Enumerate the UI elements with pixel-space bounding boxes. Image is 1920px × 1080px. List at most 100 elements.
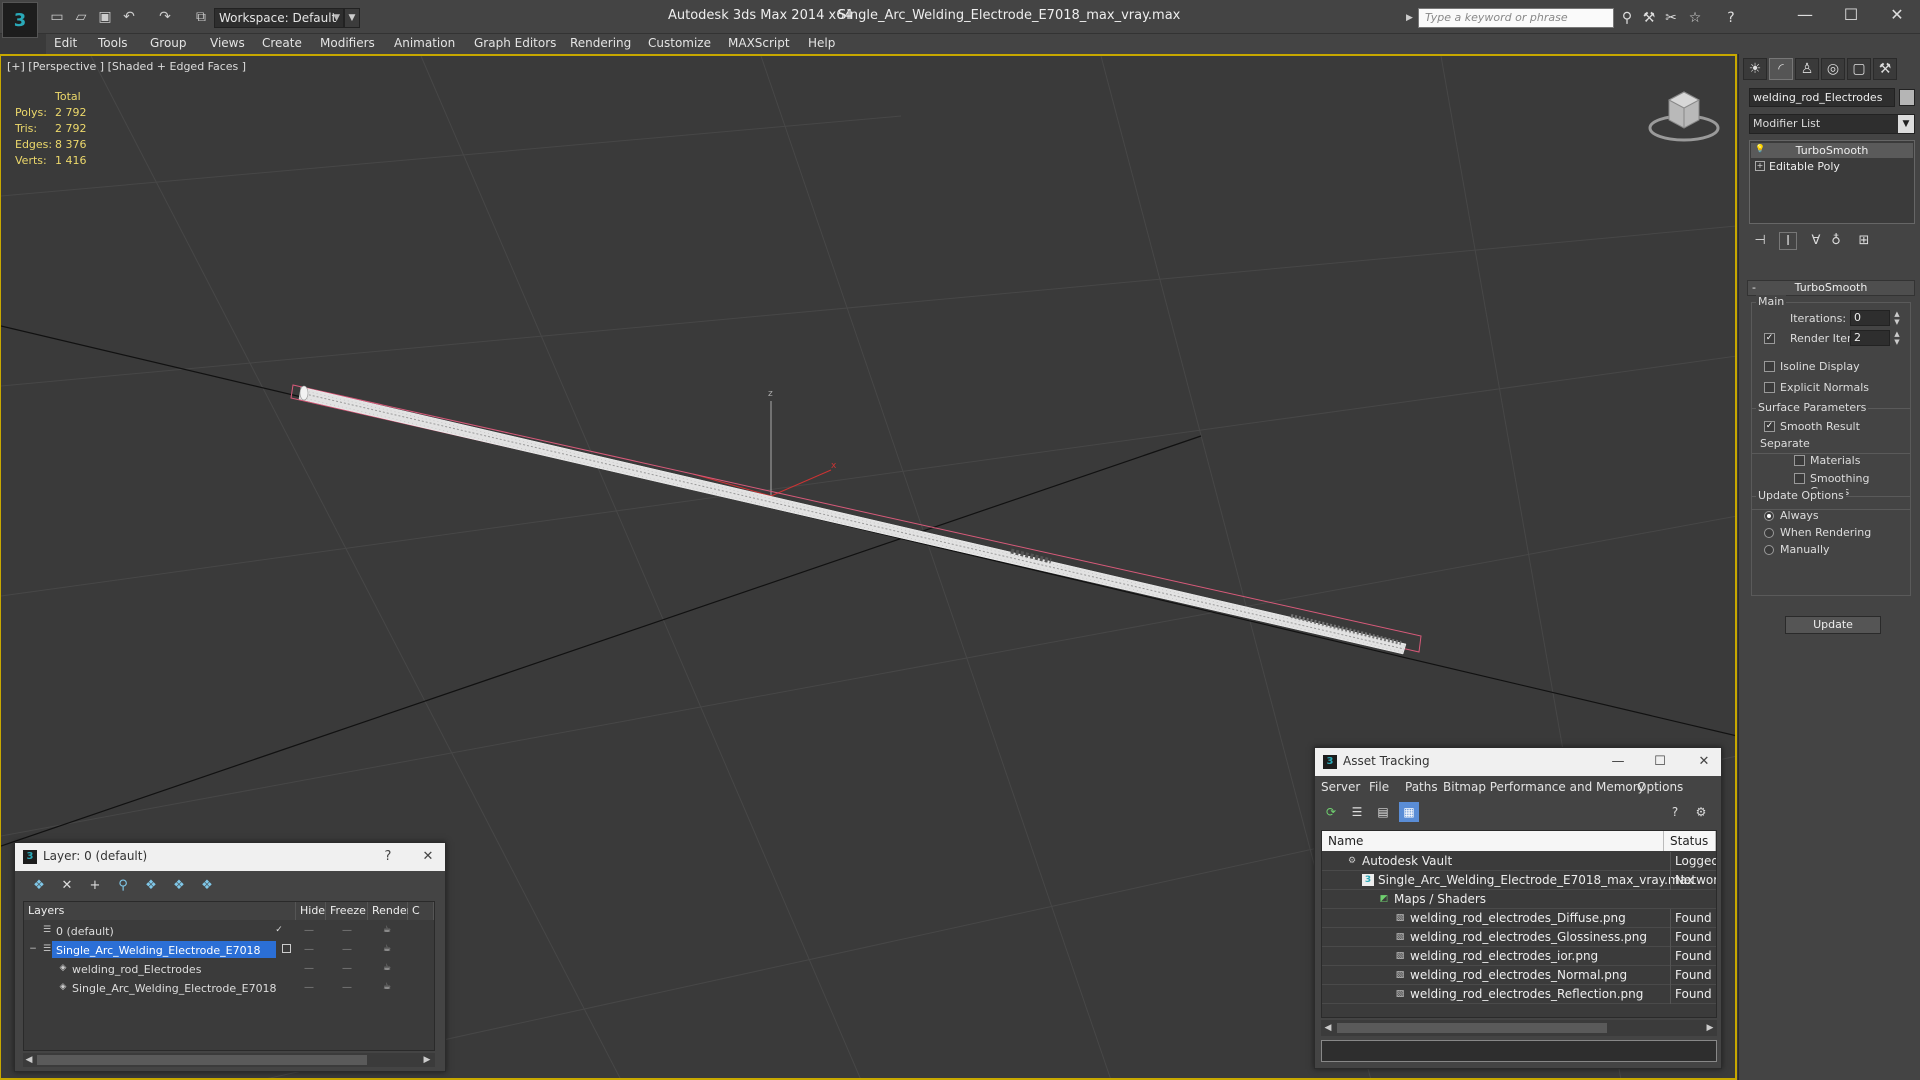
viewcube-icon[interactable] [1647, 86, 1721, 146]
update-button[interactable]: Update [1785, 616, 1881, 634]
scrollbar-thumb[interactable] [1337, 1023, 1607, 1033]
modify-tab-icon[interactable]: ◜ [1769, 58, 1793, 80]
utilities-tab-icon[interactable]: ⚒ [1873, 58, 1897, 80]
menu-file[interactable]: File [1369, 780, 1389, 794]
column-header-name[interactable]: Name [1322, 831, 1664, 851]
object-color-swatch[interactable] [1899, 89, 1915, 106]
asset-row[interactable]: ▧ welding_rod_electrodes_Diffuse.png Fou… [1322, 909, 1716, 928]
asset-row[interactable]: ⚙ Autodesk Vault Logged O [1322, 852, 1716, 871]
asset-row[interactable]: ◩ Maps / Shaders [1322, 890, 1716, 909]
menu-tools[interactable]: Tools [98, 36, 128, 50]
detail-view-icon[interactable]: ▤ [1373, 802, 1393, 822]
update-always-radio[interactable] [1764, 511, 1774, 521]
freeze-all-layers-icon[interactable]: ❖ [197, 877, 217, 895]
highlight-layer-icon[interactable]: ❖ [141, 877, 161, 895]
app-logo-icon[interactable]: 3 [2, 2, 38, 38]
menu-customize[interactable]: Customize [648, 36, 711, 50]
save-file-icon[interactable]: ▣ [96, 8, 114, 26]
expand-plus-icon[interactable]: + [1755, 161, 1765, 171]
explicit-normals-checkbox[interactable] [1764, 382, 1775, 393]
hide-all-layers-icon[interactable]: ❖ [169, 877, 189, 895]
update-manually-radio[interactable] [1764, 545, 1774, 555]
undo-icon[interactable]: ↶ [120, 8, 138, 26]
list-view-icon[interactable]: ☰ [1347, 802, 1367, 822]
freeze-toggle-icon[interactable]: — [342, 978, 356, 997]
display-tab-icon[interactable]: ▢ [1847, 58, 1871, 80]
hide-toggle-icon[interactable]: — [304, 940, 318, 959]
isoline-display-checkbox[interactable] [1764, 361, 1775, 372]
column-header-render[interactable]: Render [368, 902, 411, 920]
create-tab-sun-icon[interactable]: ☀ [1743, 58, 1767, 80]
minimize-icon[interactable]: — [1782, 0, 1828, 30]
current-layer-check-icon[interactable]: ✓ [274, 925, 284, 935]
hide-toggle-icon[interactable]: — [304, 959, 318, 978]
iterations-spinner[interactable]: 0 [1850, 310, 1890, 326]
asset-window-titlebar[interactable]: 3 Asset Tracking — ☐ ✕ [1315, 748, 1721, 776]
configure-sets-icon[interactable]: ⊞ [1855, 232, 1873, 250]
quick-access-menu-icon[interactable]: ▼ [344, 8, 360, 28]
menu-create[interactable]: Create [262, 36, 302, 50]
column-header-freeze[interactable]: Freeze [326, 902, 368, 920]
stack-item-editable-poly[interactable]: + Editable Poly [1751, 159, 1913, 174]
freeze-toggle-icon[interactable]: — [342, 921, 356, 940]
scroll-right-icon[interactable]: ▶ [421, 1053, 433, 1067]
menu-paths[interactable]: Paths [1405, 780, 1438, 794]
maximize-icon[interactable]: ☐ [1649, 752, 1671, 772]
update-when-rendering-radio[interactable] [1764, 528, 1774, 538]
smoothing-groups-checkbox[interactable] [1794, 473, 1805, 484]
modifier-list-dropdown[interactable]: Modifier List ▼ [1749, 114, 1915, 134]
menu-help[interactable]: Help [808, 36, 835, 50]
workspace-dropdown[interactable]: Workspace: Default ▼ [214, 8, 344, 28]
horizontal-scrollbar[interactable]: ◀ ▶ [23, 1053, 435, 1067]
select-in-layer-icon[interactable]: ⚲ [113, 877, 133, 895]
column-header-hide[interactable]: Hide [296, 902, 326, 920]
column-header-color[interactable]: C [408, 902, 434, 920]
maximize-icon[interactable]: ☐ [1828, 0, 1874, 30]
table-view-icon[interactable]: ▦ [1399, 802, 1419, 822]
menu-modifiers[interactable]: Modifiers [320, 36, 375, 50]
close-icon[interactable]: ✕ [1693, 752, 1715, 772]
asset-row[interactable]: ▧ welding_rod_electrodes_ior.png Found [1322, 947, 1716, 966]
layer-window-titlebar[interactable]: 3 Layer: 0 (default) ? ✕ [15, 843, 445, 871]
menu-views[interactable]: Views [210, 36, 245, 50]
refresh-icon[interactable]: ⟳ [1321, 802, 1341, 822]
menu-edit[interactable]: Edit [54, 36, 77, 50]
render-iters-spinner[interactable]: 2 [1850, 330, 1890, 346]
menu-options[interactable]: Options [1637, 780, 1683, 794]
render-teapot-icon[interactable]: ☕ [382, 944, 392, 954]
remove-modifier-icon[interactable]: ♁ [1827, 232, 1845, 250]
render-iters-checkbox[interactable]: ✓ [1764, 333, 1775, 344]
welding-rod-model[interactable] [290, 384, 1422, 655]
motion-tab-icon[interactable]: ◎ [1821, 58, 1845, 80]
layer-row[interactable]: − ☰ Single_Arc_Welding_Electrode_E7018 —… [24, 940, 434, 959]
render-teapot-icon[interactable]: ☕ [382, 925, 392, 935]
asset-row[interactable]: ▧ welding_rod_electrodes_Glossiness.png … [1322, 928, 1716, 947]
menu-group[interactable]: Group [150, 36, 187, 50]
hide-toggle-icon[interactable]: — [304, 921, 318, 940]
render-teapot-icon[interactable]: ☕ [382, 982, 392, 992]
scroll-right-icon[interactable]: ▶ [1703, 1020, 1717, 1036]
project-folder-icon[interactable]: ⧉ [192, 8, 210, 26]
object-name-field[interactable]: welding_rod_Electrodes [1749, 88, 1895, 107]
render-teapot-icon[interactable]: ☕ [382, 963, 392, 973]
asset-row[interactable]: ▧ welding_rod_electrodes_Reflection.png … [1322, 985, 1716, 1004]
asset-row[interactable]: ▧ welding_rod_electrodes_Normal.png Foun… [1322, 966, 1716, 985]
search-expand-icon[interactable]: ▶ [1406, 8, 1418, 28]
help-icon[interactable]: ? [1722, 9, 1740, 27]
layer-row[interactable]: ☰ 0 (default) ✓ — — ☕ [24, 921, 434, 940]
minimize-icon[interactable]: — [1607, 752, 1629, 772]
layer-row[interactable]: ◈ Single_Arc_Welding_Electrode_E7018 — —… [24, 978, 434, 997]
menu-maxscript[interactable]: MAXScript [728, 36, 790, 50]
close-icon[interactable]: ✕ [417, 847, 439, 867]
add-to-layer-icon[interactable]: + [85, 877, 105, 895]
vault-help-icon[interactable]: ? [1665, 802, 1685, 822]
communication-icon[interactable]: ✂ [1662, 9, 1680, 27]
spinner-arrows-icon[interactable]: ▲ ▼ [1892, 330, 1902, 346]
redo-icon[interactable]: ↷ [156, 8, 174, 26]
help-icon[interactable]: ? [377, 847, 399, 867]
scrollbar-thumb[interactable] [37, 1055, 367, 1065]
layer-row[interactable]: ◈ welding_rod_Electrodes — — ☕ [24, 959, 434, 978]
search-input[interactable]: Type a keyword or phrase [1418, 8, 1614, 28]
asset-row[interactable]: 3 Single_Arc_Welding_Electrode_E7018_max… [1322, 871, 1716, 890]
vault-settings-icon[interactable]: ⚙ [1691, 802, 1711, 822]
